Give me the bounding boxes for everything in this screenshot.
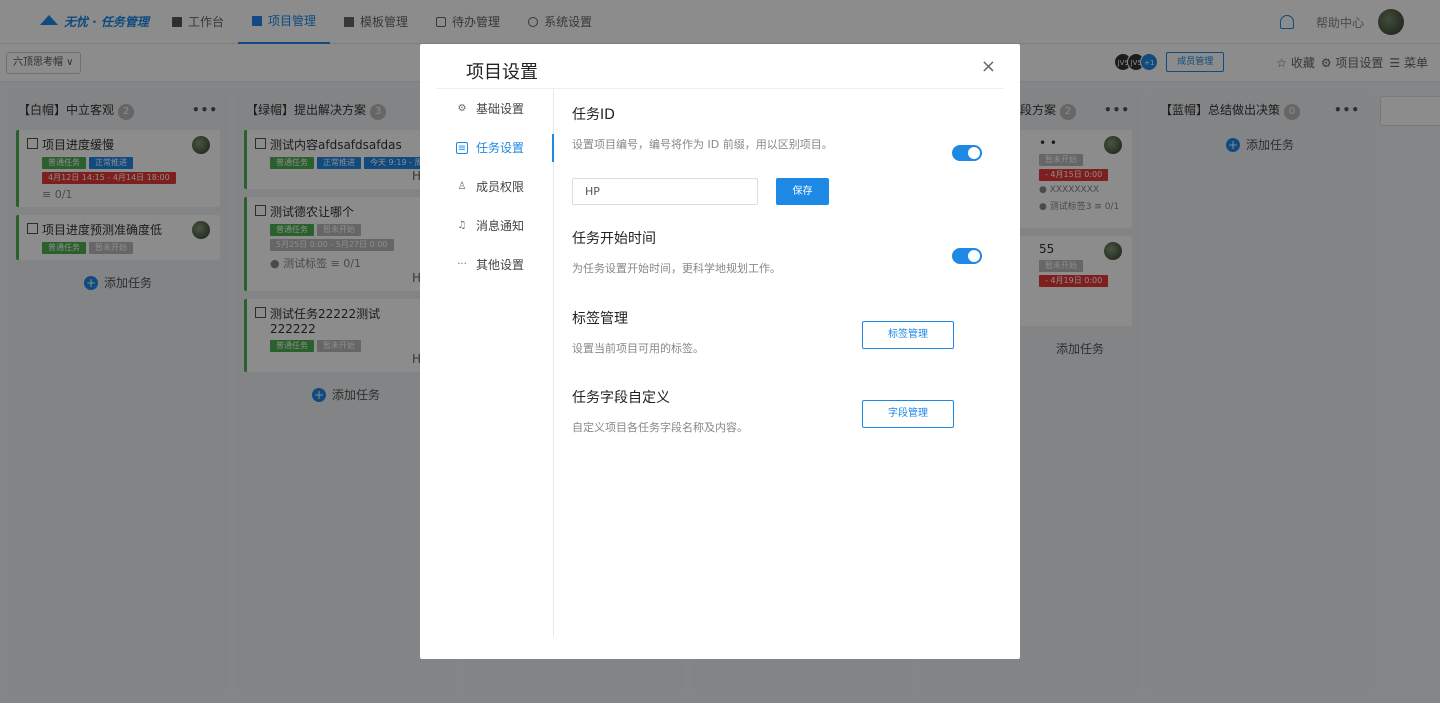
settings-nav-label: 任务设置 — [476, 141, 525, 155]
settings-side-nav: ⚙ 基础设置 ≡ 任务设置 ♙ 成员权限 ♫ 消息通知 ··· 其他设置 — [436, 89, 554, 637]
task-id-toggle[interactable] — [952, 145, 982, 161]
gear-icon: ⚙ — [457, 102, 467, 114]
user-icon: ♙ — [457, 180, 467, 192]
close-icon[interactable]: × — [981, 56, 996, 77]
settings-nav-label: 基础设置 — [476, 102, 525, 116]
field-management-button[interactable]: 字段管理 — [862, 400, 954, 428]
project-settings-modal: 项目设置 × ⚙ 基础设置 ≡ 任务设置 ♙ 成员权限 ♫ 消息通知 ··· 其他设置 任… — [420, 44, 1020, 659]
section-desc: 为任务设置开始时间，更科学地规划工作。 — [572, 262, 781, 275]
save-button[interactable]: 保存 — [776, 178, 829, 205]
bell-icon: ♫ — [457, 219, 467, 231]
custom-fields-section: 任务字段自定义 自定义项目各任务字段名称及内容。 字段管理 — [572, 387, 982, 437]
settings-nav-basic[interactable]: ⚙ 基础设置 — [436, 89, 553, 128]
task-id-section: 任务ID 设置项目编号，编号将作为 ID 前缀，用以区别项目。 HP 保存 — [572, 104, 982, 214]
settings-nav-members[interactable]: ♙ 成员权限 — [436, 167, 553, 206]
modal-title: 项目设置 — [466, 62, 538, 83]
tag-management-section: 标签管理 设置当前项目可用的标签。 标签管理 — [572, 308, 982, 358]
task-settings-icon: ≡ — [456, 141, 468, 154]
task-id-prefix-input[interactable]: HP — [572, 178, 758, 205]
settings-nav-label: 成员权限 — [476, 180, 525, 194]
settings-nav-notifications[interactable]: ♫ 消息通知 — [436, 206, 553, 245]
ellipsis-icon: ··· — [457, 258, 467, 270]
settings-nav-label: 消息通知 — [476, 219, 525, 233]
settings-nav-other[interactable]: ··· 其他设置 — [436, 245, 553, 284]
section-title: 任务ID — [572, 107, 615, 123]
start-time-toggle[interactable] — [952, 248, 982, 264]
settings-nav-task[interactable]: ≡ 任务设置 — [436, 128, 554, 167]
settings-nav-label: 其他设置 — [476, 258, 525, 272]
tag-management-button[interactable]: 标签管理 — [862, 321, 954, 349]
section-title: 任务开始时间 — [572, 231, 656, 247]
section-desc: 设置项目编号，编号将作为 ID 前缀，用以区别项目。 — [572, 138, 833, 151]
start-time-section: 任务开始时间 为任务设置开始时间，更科学地规划工作。 — [572, 228, 982, 278]
